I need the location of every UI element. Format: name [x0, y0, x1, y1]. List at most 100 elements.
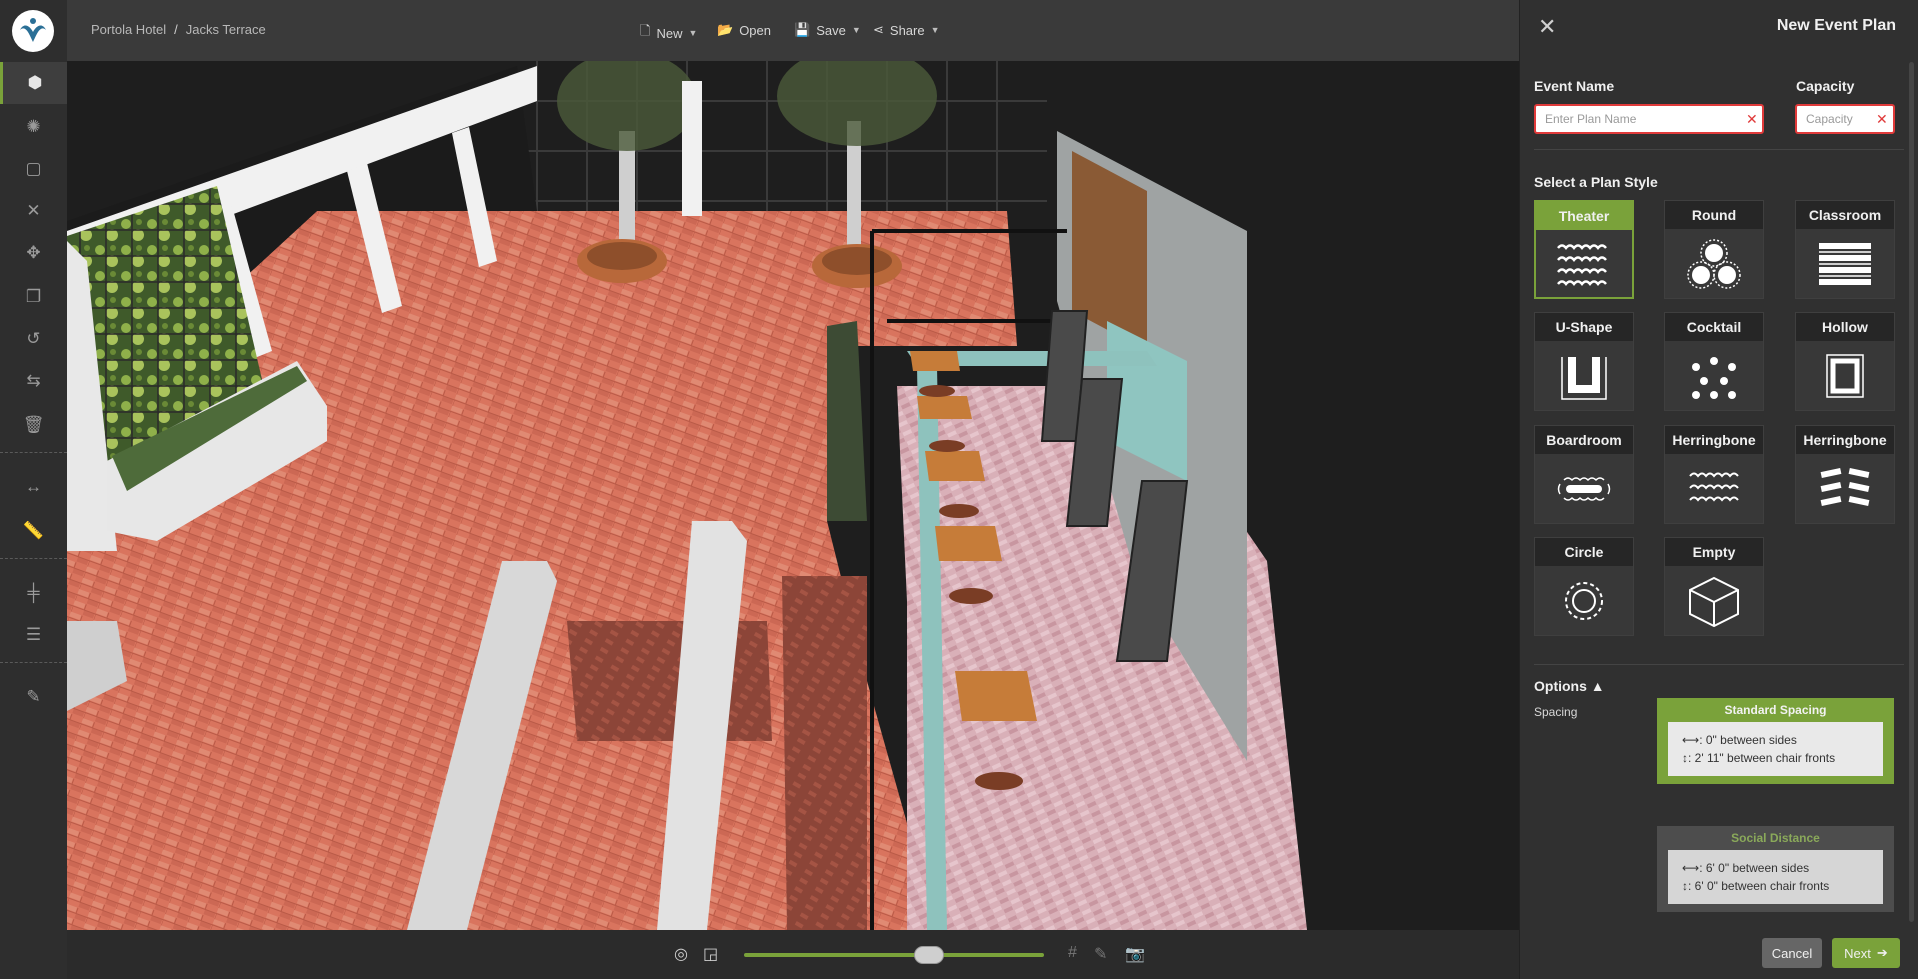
- spacing-option-title: Standard Spacing: [1724, 703, 1827, 717]
- undo-tool-button[interactable]: ↺: [0, 318, 67, 360]
- distribute-tool-button[interactable]: ☰: [0, 614, 67, 656]
- align-center-tool-button[interactable]: ╪: [0, 572, 67, 614]
- light-tool-button[interactable]: ✺: [0, 106, 67, 148]
- tool-separator: [0, 662, 67, 663]
- cancel-button[interactable]: Cancel: [1762, 938, 1822, 968]
- plan-style-herringbone[interactable]: Herringbone: [1664, 425, 1764, 524]
- spacing-option-detail: ⟷: 6' 0" between sides ↕: 6' 0" between …: [1668, 850, 1883, 904]
- save-menu-button[interactable]: 💾 Save ▼: [794, 22, 861, 38]
- edit-tool-button[interactable]: ✎: [0, 676, 67, 718]
- breadcrumb-venue[interactable]: Portola Hotel: [91, 22, 166, 37]
- zoom-slider-track[interactable]: [744, 953, 1044, 957]
- plan-style-label: Empty: [1665, 538, 1763, 566]
- event-name-input[interactable]: [1534, 104, 1764, 134]
- breadcrumb-separator: /: [174, 22, 178, 37]
- new-menu-label: New: [656, 25, 683, 41]
- app-logo-icon[interactable]: [12, 10, 54, 52]
- folder-open-icon: 📂: [717, 22, 734, 37]
- plan-style-label: Circle: [1535, 538, 1633, 566]
- align-center-icon: ╪: [27, 583, 40, 602]
- empty-cube-icon: [1665, 566, 1763, 636]
- zoom-slider-thumb[interactable]: [914, 946, 945, 964]
- distribute-icon: ☰: [25, 625, 42, 644]
- hollow-layout-icon: [1796, 341, 1894, 411]
- left-toolbar: ⬢ ✺ ▢ ✕ ✥ ❐ ↺ ⇆ 🗑 ↔ 📏 ╪ ☰ ✎: [0, 0, 67, 979]
- plan-style-empty[interactable]: Empty: [1664, 537, 1764, 636]
- plan-style-label: Select a Plan Style: [1534, 174, 1658, 190]
- plan-style-label: Theater: [1536, 202, 1632, 230]
- panel-title: New Event Plan: [1776, 17, 1896, 34]
- herringbone-angled-layout-icon: [1796, 454, 1894, 524]
- spacing-option-social-distance[interactable]: Social Distance ⟷: 6' 0" between sides ↕…: [1657, 826, 1894, 912]
- options-label: Options: [1534, 678, 1587, 694]
- breadcrumb-space[interactable]: Jacks Terrace: [186, 22, 266, 37]
- terrace-3d-render: [67, 61, 1519, 930]
- plan-style-theater[interactable]: Theater: [1534, 200, 1634, 299]
- target-view-icon[interactable]: ◎: [674, 944, 688, 964]
- plan-style-circle[interactable]: Circle: [1534, 537, 1634, 636]
- trash-icon: 🗑: [22, 415, 45, 434]
- clear-event-name-icon[interactable]: ✕: [1746, 111, 1758, 128]
- spacing-fronts-text: : 6' 0" between chair fronts: [1688, 879, 1830, 893]
- boardroom-layout-icon: [1535, 454, 1633, 524]
- 3d-view-icon: ⬢: [27, 73, 43, 92]
- caret-down-icon: ▼: [851, 25, 861, 35]
- clear-capacity-icon[interactable]: ✕: [1876, 111, 1888, 128]
- delete-x-tool-button[interactable]: ✕: [0, 190, 67, 232]
- caret-down-icon: ▼: [930, 25, 940, 35]
- top-bar: Portola Hotel / Jacks Terrace 🗋 New ▼ 📂 Op…: [67, 0, 1519, 61]
- capacity-label: Capacity: [1796, 78, 1855, 94]
- spacing-option-standard[interactable]: Standard Spacing ⟷: 0" between sides ↕: …: [1657, 698, 1894, 784]
- swap-tool-button[interactable]: ⇆: [0, 360, 67, 402]
- options-toggle[interactable]: Options ▲: [1534, 678, 1605, 694]
- ruler-tool-button[interactable]: 📏: [0, 510, 67, 552]
- floorplan-view-icon[interactable]: ◲: [703, 944, 718, 964]
- share-menu-button[interactable]: ⋖ Share ▼: [873, 22, 940, 38]
- move-tool-button[interactable]: ✥: [0, 232, 67, 274]
- new-menu-button[interactable]: 🗋 New ▼: [640, 22, 697, 44]
- plan-style-label: Classroom: [1796, 201, 1894, 229]
- select-area-icon: ▢: [25, 159, 42, 178]
- arrow-right-icon: ➔: [1876, 945, 1888, 960]
- section-divider: [1534, 149, 1904, 150]
- open-button[interactable]: 📂 Open: [717, 22, 771, 38]
- open-label: Open: [739, 22, 771, 38]
- plan-style-cocktail[interactable]: Cocktail: [1664, 312, 1764, 411]
- select-area-tool-button[interactable]: ▢: [0, 148, 67, 190]
- grid-hash-icon[interactable]: #: [1068, 944, 1077, 962]
- 3d-view-tool-button[interactable]: ⬢: [0, 62, 67, 104]
- next-label: Next: [1844, 945, 1871, 961]
- event-name-label: Event Name: [1534, 78, 1615, 94]
- trash-tool-button[interactable]: 🗑: [0, 404, 67, 446]
- 3d-viewport[interactable]: [67, 61, 1519, 930]
- tool-separator: [0, 452, 67, 453]
- width-arrows-icon: ⟷: [1682, 861, 1700, 875]
- plan-style-round[interactable]: Round: [1664, 200, 1764, 299]
- panel-scrollbar[interactable]: [1909, 62, 1914, 922]
- section-divider: [1534, 664, 1904, 665]
- spacing-sides-text: : 0" between sides: [1699, 733, 1797, 747]
- theater-layout-icon: [1536, 230, 1632, 300]
- width-arrows-tool-button[interactable]: ↔: [0, 466, 67, 508]
- camera-icon[interactable]: 📷: [1125, 944, 1145, 964]
- plan-style-boardroom[interactable]: Boardroom: [1534, 425, 1634, 524]
- next-button[interactable]: Next ➔: [1832, 938, 1900, 968]
- copy-tool-button[interactable]: ❐: [0, 276, 67, 318]
- herringbone-layout-icon: [1665, 454, 1763, 524]
- spacing-fronts-text: : 2' 11" between chair fronts: [1688, 751, 1836, 765]
- plan-style-classroom[interactable]: Classroom: [1795, 200, 1895, 299]
- plan-style-hollow[interactable]: Hollow: [1795, 312, 1895, 411]
- undo-icon: ↺: [26, 329, 41, 348]
- plan-style-u-shape[interactable]: U-Shape: [1534, 312, 1634, 411]
- plan-style-label: Hollow: [1796, 313, 1894, 341]
- save-menu-label: Save: [816, 22, 846, 38]
- spacing-label: Spacing: [1534, 705, 1578, 719]
- edit-icon: ✎: [26, 687, 41, 706]
- file-icon: 🗋: [640, 23, 651, 38]
- spacing-option-detail: ⟷: 0" between sides ↕: 2' 11" between ch…: [1668, 722, 1883, 776]
- close-icon[interactable]: ✕: [1538, 14, 1556, 40]
- measure-ruler-icon[interactable]: ✎: [1094, 944, 1107, 964]
- plan-style-herringbone-2[interactable]: Herringbone: [1795, 425, 1895, 524]
- round-layout-icon: [1665, 229, 1763, 299]
- viewer-bottom-bar: ◎ ◲ # ✎ 📷: [67, 930, 1519, 979]
